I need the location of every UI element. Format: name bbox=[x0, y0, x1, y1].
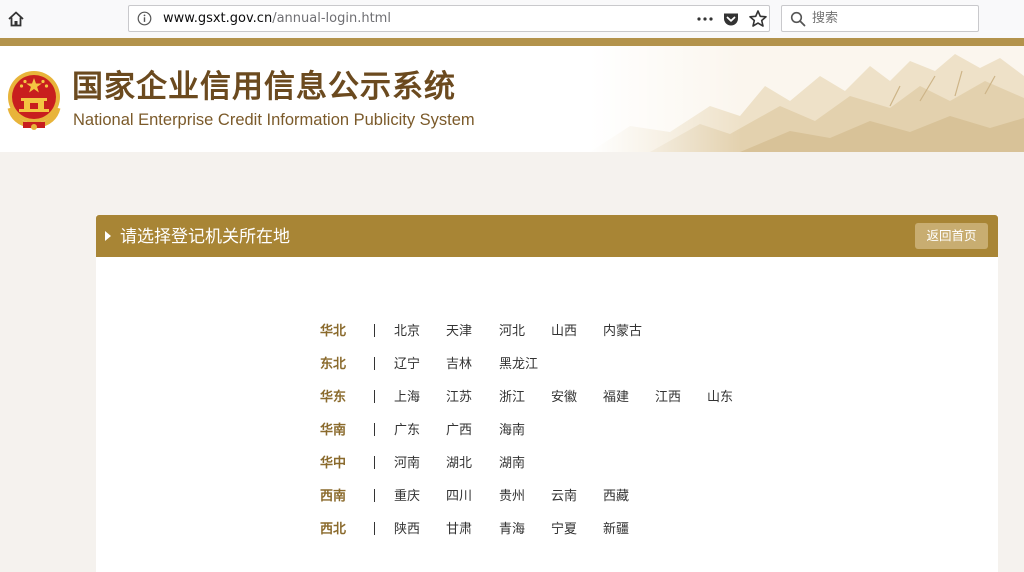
province-link[interactable]: 辽宁 bbox=[394, 356, 420, 373]
province-link[interactable]: 甘肃 bbox=[446, 521, 472, 538]
search-bar[interactable]: 搜索 bbox=[781, 5, 979, 32]
home-icon[interactable] bbox=[4, 7, 28, 31]
mountain-illustration bbox=[590, 46, 1024, 152]
province-link[interactable]: 河南 bbox=[394, 455, 420, 472]
province-link[interactable]: 广东 bbox=[394, 422, 420, 439]
province-link[interactable]: 四川 bbox=[446, 488, 472, 505]
region-name: 西南 bbox=[320, 489, 347, 504]
province-link[interactable]: 重庆 bbox=[394, 488, 420, 505]
url-path: /annual-login.html bbox=[272, 11, 391, 26]
search-placeholder[interactable]: 搜索 bbox=[812, 11, 838, 27]
region-select-panel: 请选择登记机关所在地 返回首页 华北 北京 天津 河北 山西 内蒙古东北 辽宁 吉林 黑龙江华东… bbox=[96, 215, 998, 572]
province-link[interactable]: 湖南 bbox=[499, 455, 525, 472]
back-to-home-button[interactable]: 返回首页 bbox=[915, 223, 988, 249]
region-name: 西北 bbox=[320, 522, 347, 537]
caret-right-icon bbox=[105, 231, 111, 241]
url-bar[interactable]: www.gsxt.gov.cn/annual-login.html bbox=[128, 5, 770, 32]
province-link[interactable]: 山东 bbox=[707, 389, 733, 406]
more-icon[interactable] bbox=[695, 8, 715, 30]
province-link[interactable]: 西藏 bbox=[603, 488, 629, 505]
browser-toolbar: www.gsxt.gov.cn/annual-login.html 搜索 bbox=[0, 0, 1024, 39]
province-link[interactable]: 陕西 bbox=[394, 521, 420, 538]
province-link[interactable]: 宁夏 bbox=[551, 521, 577, 538]
region-row: 华南 广东 广西 海南 bbox=[96, 414, 998, 447]
province-link[interactable]: 河北 bbox=[499, 323, 525, 340]
region-divider bbox=[374, 357, 375, 370]
region-divider bbox=[374, 522, 375, 535]
star-icon[interactable] bbox=[748, 9, 768, 29]
province-link[interactable]: 上海 bbox=[394, 389, 420, 406]
region-name: 东北 bbox=[320, 357, 347, 372]
national-emblem-icon bbox=[7, 71, 61, 130]
region-divider bbox=[374, 390, 375, 403]
province-link[interactable]: 广西 bbox=[446, 422, 472, 439]
url-domain: www.gsxt.gov.cn bbox=[163, 11, 273, 26]
region-row: 西南 重庆 四川 贵州 云南 西藏 bbox=[96, 480, 998, 513]
region-name: 华东 bbox=[320, 390, 347, 405]
search-icon bbox=[790, 11, 806, 27]
url-text[interactable]: www.gsxt.gov.cn/annual-login.html bbox=[163, 11, 391, 27]
region-row: 华北 北京 天津 河北 山西 内蒙古 bbox=[96, 315, 998, 348]
region-name: 华中 bbox=[320, 456, 347, 471]
region-divider bbox=[374, 324, 375, 337]
panel-title: 请选择登记机关所在地 bbox=[120, 227, 290, 247]
province-link[interactable]: 安徽 bbox=[551, 389, 577, 406]
province-link[interactable]: 北京 bbox=[394, 323, 420, 340]
pocket-icon[interactable] bbox=[722, 10, 740, 28]
province-link[interactable]: 青海 bbox=[499, 521, 525, 538]
province-link[interactable]: 福建 bbox=[603, 389, 629, 406]
panel-header: 请选择登记机关所在地 返回首页 bbox=[96, 215, 998, 257]
province-link[interactable]: 黑龙江 bbox=[499, 356, 538, 373]
region-divider bbox=[374, 423, 375, 436]
region-name: 华北 bbox=[320, 324, 347, 339]
province-link[interactable]: 云南 bbox=[551, 488, 577, 505]
province-link[interactable]: 海南 bbox=[499, 422, 525, 439]
region-row: 东北 辽宁 吉林 黑龙江 bbox=[96, 348, 998, 381]
site-title-en: National Enterprise Credit Information P… bbox=[73, 111, 475, 129]
province-link[interactable]: 浙江 bbox=[499, 389, 525, 406]
region-row: 西北 陕西 甘肃 青海 宁夏 新疆 bbox=[96, 513, 998, 546]
site-title-cn: 国家企业信用信息公示系统 bbox=[72, 69, 456, 105]
province-link[interactable]: 江西 bbox=[655, 389, 681, 406]
region-divider bbox=[374, 489, 375, 502]
region-name: 华南 bbox=[320, 423, 347, 438]
region-divider bbox=[374, 456, 375, 469]
province-link[interactable]: 天津 bbox=[446, 323, 472, 340]
top-gold-bar bbox=[0, 38, 1024, 46]
region-list: 华北 北京 天津 河北 山西 内蒙古东北 辽宁 吉林 黑龙江华东 上海 江苏 浙江 安徽 福建 江西 山东华南… bbox=[96, 315, 998, 546]
province-link[interactable]: 湖北 bbox=[446, 455, 472, 472]
region-row: 华东 上海 江苏 浙江 安徽 福建 江西 山东 bbox=[96, 381, 998, 414]
province-link[interactable]: 内蒙古 bbox=[603, 323, 642, 340]
info-icon[interactable] bbox=[137, 11, 152, 26]
province-link[interactable]: 贵州 bbox=[499, 488, 525, 505]
province-link[interactable]: 江苏 bbox=[446, 389, 472, 406]
province-link[interactable]: 吉林 bbox=[446, 356, 472, 373]
region-row: 华中 河南 湖北 湖南 bbox=[96, 447, 998, 480]
province-link[interactable]: 山西 bbox=[551, 323, 577, 340]
site-header: 国家企业信用信息公示系统 National Enterprise Credit … bbox=[0, 46, 1024, 152]
province-link[interactable]: 新疆 bbox=[603, 521, 629, 538]
